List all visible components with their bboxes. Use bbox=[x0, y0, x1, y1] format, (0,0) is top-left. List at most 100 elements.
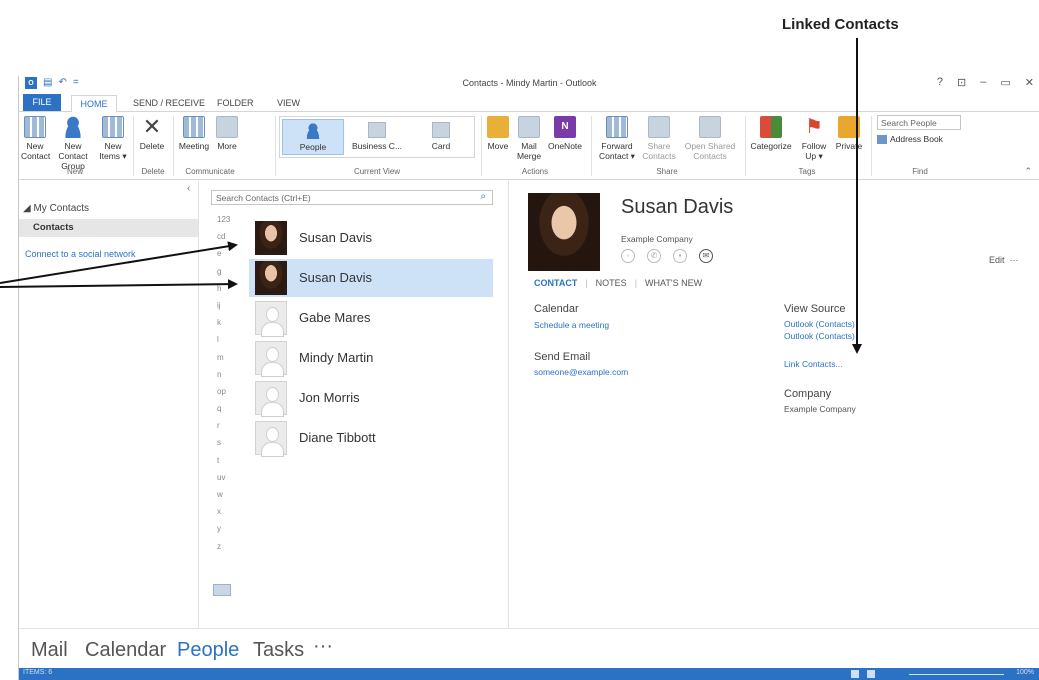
group-current-view-label: Current View bbox=[353, 167, 401, 176]
contact-list-item[interactable]: Diane Tibbott bbox=[249, 419, 493, 457]
index-letter[interactable]: l bbox=[217, 331, 243, 348]
tab-view[interactable]: VIEW bbox=[271, 95, 306, 112]
contact-list-item-selected[interactable]: Susan Davis bbox=[249, 259, 493, 297]
view-card-button[interactable]: Card bbox=[410, 119, 472, 155]
more-button[interactable]: More bbox=[213, 116, 241, 151]
email-address-link[interactable]: someone@example.com bbox=[534, 367, 628, 377]
index-letter[interactable]: 123 bbox=[217, 211, 243, 228]
mail-merge-button[interactable]: Mail Merge bbox=[515, 116, 543, 161]
move-button[interactable]: Move bbox=[485, 116, 511, 151]
address-book-button[interactable]: Address Book bbox=[877, 134, 943, 145]
contact-group-icon bbox=[62, 116, 84, 138]
index-letter[interactable]: z bbox=[217, 538, 243, 555]
source-outlook-contacts-link[interactable]: Outlook (Contacts) bbox=[784, 331, 855, 341]
private-button[interactable]: Private bbox=[833, 116, 865, 151]
nav-calendar[interactable]: Calendar bbox=[85, 639, 166, 662]
contact-full-name: Susan Davis bbox=[621, 196, 734, 218]
help-icon[interactable]: ? bbox=[937, 76, 943, 89]
tab-notes[interactable]: NOTES bbox=[596, 278, 627, 288]
nav-mail[interactable]: Mail bbox=[31, 639, 68, 662]
minimize-icon[interactable]: – bbox=[980, 76, 986, 89]
zoom-slider[interactable] bbox=[909, 674, 1004, 675]
index-letter[interactable]: w bbox=[217, 486, 243, 503]
new-items-label: New Items ▾ bbox=[99, 141, 127, 161]
video-icon[interactable]: ▪ bbox=[673, 249, 687, 263]
search-people-input[interactable]: Search People bbox=[877, 115, 961, 130]
index-letter[interactable]: n bbox=[217, 366, 243, 383]
source-outlook-contacts-link[interactable]: Outlook (Contacts) bbox=[784, 319, 855, 329]
my-contacts-header[interactable]: ◢ My Contacts bbox=[23, 203, 89, 214]
group-new-label: New bbox=[66, 167, 83, 176]
reading-view-icon[interactable] bbox=[867, 670, 875, 678]
share-contacts-button[interactable]: Share Contacts bbox=[641, 116, 677, 161]
im-icon[interactable]: ◦ bbox=[621, 249, 635, 263]
index-letter[interactable]: t bbox=[217, 452, 243, 469]
tab-send-receive[interactable]: SEND / RECEIVE bbox=[127, 95, 211, 112]
index-letter[interactable]: m bbox=[217, 349, 243, 366]
delete-label: Delete bbox=[139, 141, 165, 151]
search-icon[interactable]: ⌕ bbox=[480, 191, 486, 202]
status-bar: ITEMS: 6 100% bbox=[19, 668, 1039, 680]
normal-view-icon[interactable] bbox=[851, 670, 859, 678]
index-letter[interactable]: y bbox=[217, 520, 243, 537]
delete-button[interactable]: ✕ Delete bbox=[137, 116, 167, 152]
open-shared-contacts-button[interactable]: Open Shared Contacts bbox=[681, 116, 739, 161]
index-letter[interactable]: op bbox=[217, 383, 243, 400]
contact-list-pane: Search Contacts (Ctrl+E) ⌕ 123 cd e g h … bbox=[207, 181, 509, 628]
nav-people[interactable]: People bbox=[177, 639, 239, 662]
collapse-folder-pane-icon[interactable]: ‹ bbox=[187, 183, 190, 194]
forward-contact-label: Forward Contact ▾ bbox=[599, 141, 635, 161]
edit-contact-link[interactable]: Edit ··· bbox=[989, 255, 1019, 265]
collapse-ribbon-icon[interactable]: ⌃ bbox=[1024, 166, 1032, 177]
index-letter[interactable]: s bbox=[217, 434, 243, 451]
index-letter[interactable]: ij bbox=[217, 297, 243, 314]
index-letter[interactable]: r bbox=[217, 417, 243, 434]
tab-folder[interactable]: FOLDER bbox=[211, 95, 260, 112]
connect-social-network-link[interactable]: Connect to a social network bbox=[25, 249, 136, 259]
nav-more-icon[interactable]: ··· bbox=[313, 635, 333, 658]
contact-list-item[interactable]: Susan Davis bbox=[249, 219, 493, 257]
tab-file[interactable]: FILE bbox=[23, 94, 61, 111]
contacts-folder[interactable]: Contacts bbox=[19, 219, 198, 237]
new-items-button[interactable]: New Items ▾ bbox=[97, 116, 129, 161]
index-letter[interactable]: cd bbox=[217, 228, 243, 245]
contact-list-item[interactable]: Mindy Martin bbox=[249, 339, 493, 377]
index-letter[interactable]: e bbox=[217, 245, 243, 262]
index-letter[interactable]: q bbox=[217, 400, 243, 417]
index-letter[interactable]: k bbox=[217, 314, 243, 331]
view-business-card-button[interactable]: Business C... bbox=[346, 119, 408, 155]
add-contact-icon[interactable] bbox=[213, 584, 231, 596]
schedule-meeting-link[interactable]: Schedule a meeting bbox=[534, 320, 609, 330]
view-people-button[interactable]: People bbox=[282, 119, 344, 155]
ribbon-display-options-icon[interactable]: ⊡ bbox=[957, 76, 966, 89]
placeholder-person-icon bbox=[255, 421, 287, 457]
index-letter[interactable]: g bbox=[217, 263, 243, 280]
meeting-button[interactable]: Meeting bbox=[177, 116, 211, 151]
index-letter[interactable]: uv bbox=[217, 469, 243, 486]
new-contact-button[interactable]: New Contact bbox=[21, 116, 50, 161]
categorize-button[interactable]: Categorize bbox=[747, 116, 795, 151]
group-actions-label: Actions bbox=[521, 167, 549, 176]
mail-merge-icon bbox=[518, 116, 540, 138]
contact-list-item[interactable]: Gabe Mares bbox=[249, 299, 493, 337]
contact-list-item[interactable]: Jon Morris bbox=[249, 379, 493, 417]
email-icon[interactable]: ✉ bbox=[699, 249, 713, 263]
index-letter[interactable]: x bbox=[217, 503, 243, 520]
tab-whats-new[interactable]: WHAT'S NEW bbox=[645, 278, 702, 288]
more-options-icon[interactable]: ··· bbox=[1010, 255, 1019, 265]
onenote-button[interactable]: N OneNote bbox=[547, 116, 583, 151]
phone-icon[interactable]: ✆ bbox=[647, 249, 661, 263]
restore-icon[interactable]: ▭ bbox=[1000, 76, 1010, 89]
forward-contact-button[interactable]: Forward Contact ▾ bbox=[595, 116, 639, 161]
new-contact-group-button[interactable]: New Contact Group bbox=[53, 116, 93, 171]
tab-contact[interactable]: CONTACT bbox=[534, 278, 577, 288]
meeting-label: Meeting bbox=[178, 141, 210, 151]
nav-tasks[interactable]: Tasks bbox=[253, 639, 304, 662]
close-icon[interactable]: ✕ bbox=[1025, 76, 1034, 89]
tab-home[interactable]: HOME bbox=[71, 95, 117, 113]
index-letter[interactable]: h bbox=[217, 280, 243, 297]
follow-up-button[interactable]: ⚑ Follow Up ▾ bbox=[797, 116, 831, 161]
link-contacts-link[interactable]: Link Contacts... bbox=[784, 359, 843, 369]
figure-stage: Linked Contacts O ▤ ↶ = Contacts - Mindy… bbox=[0, 0, 1039, 680]
search-contacts-input[interactable]: Search Contacts (Ctrl+E) ⌕ bbox=[211, 190, 493, 205]
